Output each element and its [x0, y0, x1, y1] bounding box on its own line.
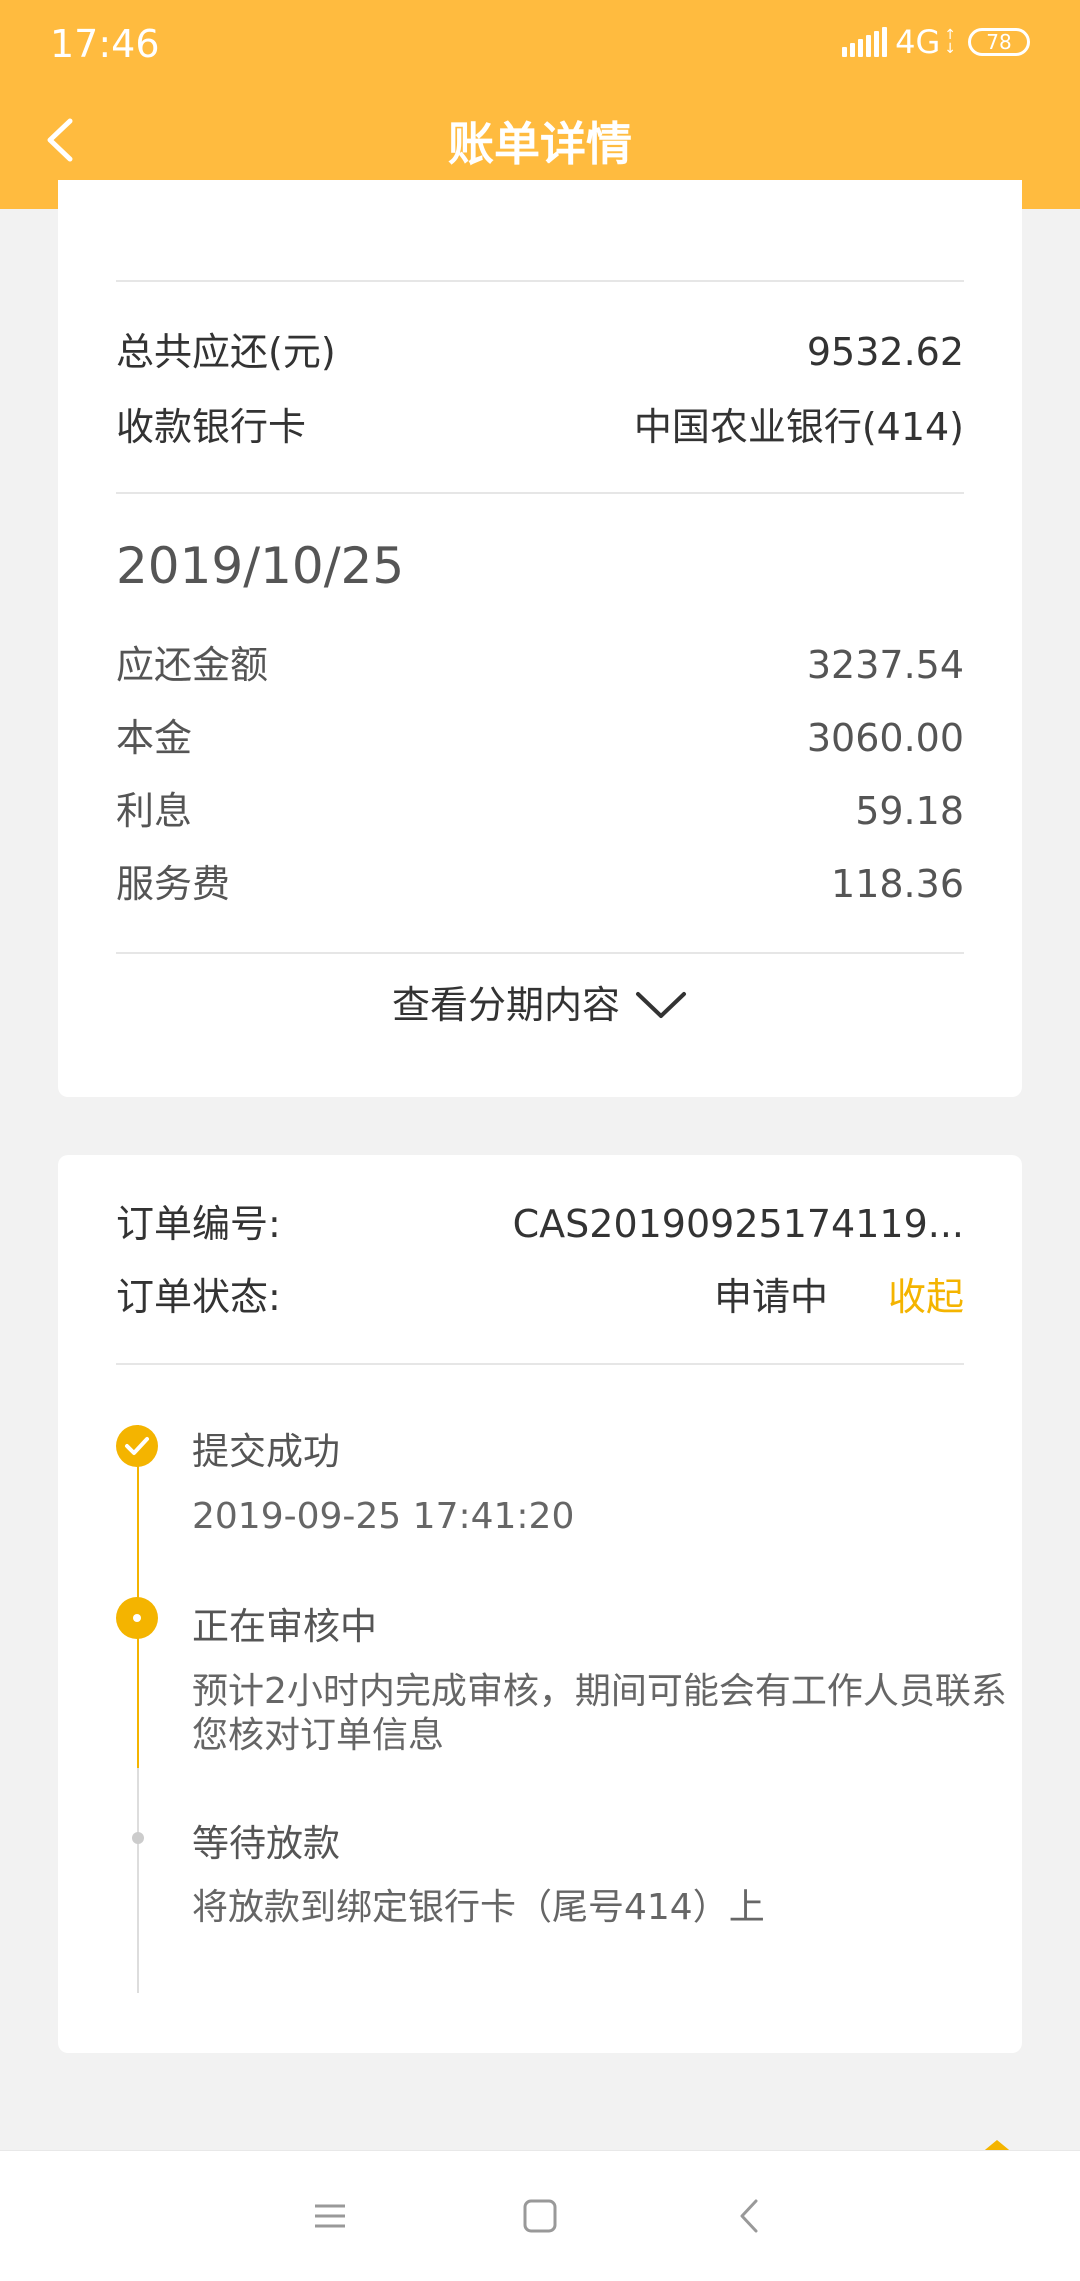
system-nav-bar: [0, 2150, 1080, 2281]
chevron-down-icon: [636, 992, 686, 1018]
pending-dot-icon: [132, 1832, 144, 1844]
bill-card: 总共应还(元) 9532.62 收款银行卡 中国农业银行(414) 2019/1…: [58, 180, 1022, 1097]
check-icon: [116, 1425, 158, 1467]
order-number-value: CAS20190925174119...: [512, 1202, 964, 1246]
bank-card-label: 收款银行卡: [116, 405, 307, 449]
installment-label: 应还金额: [116, 643, 269, 687]
menu-icon[interactable]: [305, 2191, 355, 2241]
installment-row: 本金 3060.00: [116, 713, 964, 763]
timeline-line: [137, 1768, 139, 1993]
data-arrows-icon: ↑ ↓: [944, 27, 956, 57]
installment-value: 118.36: [831, 862, 964, 906]
timeline-step-title: 等待放款: [192, 1822, 340, 1865]
total-value: 9532.62: [806, 330, 964, 374]
divider: [116, 1363, 964, 1365]
total-label: 总共应还(元): [116, 330, 336, 374]
timeline-step-text: 将放款到绑定银行卡（尾号414）上: [192, 1887, 765, 1928]
order-status-label: 订单状态:: [116, 1275, 281, 1319]
progress-dot-icon: [116, 1597, 158, 1639]
network-type: 4G: [895, 23, 941, 61]
installment-value: 3237.54: [806, 643, 964, 687]
installment-row: 应还金额 3237.54: [116, 640, 964, 690]
order-status-row: 订单状态: 申请中 收起: [116, 1272, 964, 1322]
view-installments-button[interactable]: 查看分期内容: [58, 980, 1022, 1030]
total-row: 总共应还(元) 9532.62: [116, 327, 964, 377]
order-status-value: 申请中: [713, 1275, 828, 1319]
installment-label: 本金: [116, 716, 193, 760]
installment-label: 利息: [116, 789, 193, 833]
collapse-button[interactable]: 收起: [888, 1272, 964, 1322]
signal-icon: [842, 27, 888, 57]
app-header: 17:46 4G ↑ ↓ 78 账单详情: [0, 0, 1080, 209]
timeline-step-title: 正在审核中: [192, 1605, 377, 1648]
installment-value: 59.18: [855, 789, 964, 833]
order-number-row: 订单编号: CAS20190925174119...: [116, 1199, 964, 1249]
installment-label: 服务费: [116, 862, 231, 906]
page-title: 账单详情: [448, 117, 632, 171]
home-icon[interactable]: [515, 2191, 565, 2241]
bank-card-value: 中国农业银行(414): [633, 405, 964, 449]
divider: [116, 952, 964, 954]
order-card: 订单编号: CAS20190925174119... 订单状态: 申请中 收起 …: [58, 1155, 1022, 2053]
timeline-step-text: 预计2小时内完成审核，期间可能会有工作人员联系您核对订单信息: [192, 1671, 1007, 1756]
installment-row: 利息 59.18: [116, 786, 964, 836]
nav-back-icon[interactable]: [725, 2191, 775, 2241]
divider: [116, 280, 964, 282]
status-time: 17:46: [50, 22, 160, 66]
timeline-step-text: 2019-09-25 17:41:20: [192, 1496, 575, 1537]
installment-date: 2019/10/25: [116, 537, 405, 595]
installment-value: 3060.00: [806, 716, 964, 760]
divider: [116, 492, 964, 494]
status-icons: 4G ↑ ↓ 78: [842, 22, 1030, 62]
timeline-step-title: 提交成功: [192, 1430, 340, 1473]
installment-row: 服务费 118.36: [116, 859, 964, 909]
view-installments-label: 查看分期内容: [391, 983, 620, 1027]
bank-card-row: 收款银行卡 中国农业银行(414): [116, 402, 964, 452]
battery-icon: 78: [968, 28, 1030, 56]
order-number-label: 订单编号:: [116, 1202, 281, 1246]
